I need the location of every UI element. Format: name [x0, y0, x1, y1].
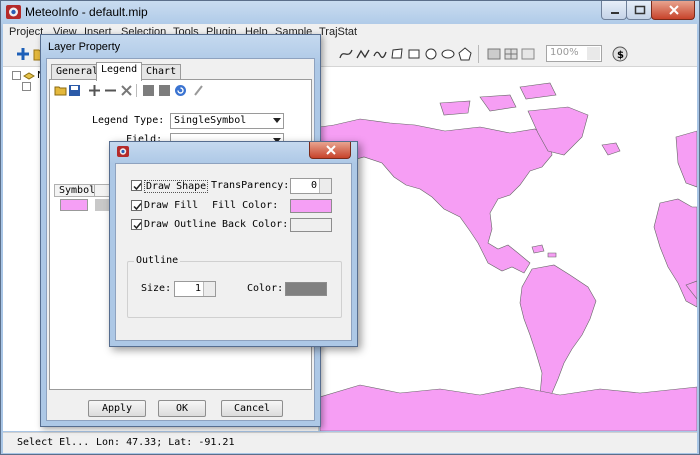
- minimize-icon: [611, 12, 619, 14]
- draw-polyline-icon[interactable]: [355, 46, 371, 62]
- chevron-down-icon: [273, 118, 281, 123]
- tab-legend[interactable]: Legend: [96, 62, 143, 81]
- draw-shape-label: Draw Shape: [144, 180, 209, 193]
- world-map: [320, 82, 697, 431]
- tab-chart[interactable]: Chart: [141, 64, 182, 80]
- open-icon[interactable]: [54, 84, 67, 97]
- outline-color-swatch[interactable]: [285, 282, 327, 296]
- checkmark-icon: [133, 183, 142, 191]
- remove-icon[interactable]: [104, 84, 117, 97]
- menu-project[interactable]: Project: [9, 26, 43, 38]
- move-down-icon[interactable]: [158, 84, 171, 97]
- checkmark-icon: [133, 203, 142, 211]
- save-icon[interactable]: [68, 84, 81, 97]
- draw-shape-checkbox[interactable]: [131, 180, 142, 191]
- legend-symbol-swatch[interactable]: [60, 199, 88, 211]
- draw-freehand-icon[interactable]: [372, 46, 388, 62]
- delete-icon[interactable]: [120, 84, 133, 97]
- outline-color-label: Color:: [247, 283, 284, 294]
- title-bar: MeteoInfo - default.mip: [1, 1, 699, 23]
- toolbar-separator: [136, 84, 137, 97]
- menu-trajstat[interactable]: TrajStat: [319, 26, 357, 38]
- layers-icon: [23, 72, 35, 80]
- chevron-down-icon[interactable]: [587, 47, 600, 60]
- move-up-icon[interactable]: [142, 84, 155, 97]
- maximize-icon: [634, 5, 646, 15]
- size-label: Size:: [141, 283, 172, 294]
- app-logo-icon: [117, 146, 129, 157]
- cancel-button[interactable]: Cancel: [221, 400, 283, 417]
- draw-polygon-icon[interactable]: [389, 46, 405, 62]
- grid-icon[interactable]: [503, 46, 519, 62]
- zoom-value: 100%: [550, 47, 579, 58]
- toolbar-separator: [478, 45, 479, 63]
- map-view[interactable]: [320, 67, 697, 431]
- draw-circle-icon[interactable]: [423, 46, 439, 62]
- polygon-symbol-dialog: Draw Shape TransParency: 0 Draw Fill Fil…: [109, 141, 358, 347]
- dialog-close-button[interactable]: [309, 142, 351, 159]
- layout-icon[interactable]: [486, 46, 502, 62]
- outline-size-spinner[interactable]: 1: [174, 281, 216, 297]
- app-logo-icon: [6, 5, 21, 19]
- legend-type-combo[interactable]: SingleSymbol: [170, 113, 284, 129]
- minimize-button[interactable]: [601, 1, 627, 20]
- legend-type-value: SingleSymbol: [174, 115, 247, 126]
- draw-fill-label: Draw Fill: [144, 200, 199, 211]
- window-title: MeteoInfo - default.mip: [25, 5, 148, 19]
- draw-outline-label: Draw Outline: [144, 219, 217, 230]
- column-divider: [94, 185, 95, 196]
- add-layer-icon[interactable]: [15, 46, 31, 62]
- close-icon: [669, 5, 679, 15]
- spin-arrows-icon[interactable]: [203, 282, 215, 296]
- dollar-script-icon[interactable]: $: [612, 46, 628, 62]
- apply-button[interactable]: Apply: [88, 400, 146, 417]
- transparency-spinner[interactable]: 0: [290, 178, 332, 194]
- checkmark-icon: [133, 222, 142, 230]
- legend-type-label: Legend Type:: [92, 115, 165, 126]
- status-bar: Select El... Lon: 47.33; Lat: -91.21: [3, 432, 697, 453]
- fill-color-swatch[interactable]: [290, 199, 332, 213]
- add-icon[interactable]: [88, 84, 101, 97]
- edit-icon[interactable]: [192, 84, 205, 97]
- layer-dialog-title: Layer Property: [48, 41, 121, 53]
- symbol-column-header: Symbol: [59, 185, 96, 196]
- refresh-icon[interactable]: [174, 84, 187, 97]
- transparency-label: TransParency:: [211, 180, 290, 191]
- maximize-button[interactable]: [626, 1, 652, 20]
- back-color-label: Back Color:: [222, 219, 289, 230]
- tree-expand-toggle[interactable]: [22, 82, 31, 91]
- draw-ellipse-icon[interactable]: [440, 46, 456, 62]
- back-color-swatch[interactable]: [290, 218, 332, 232]
- draw-outline-checkbox[interactable]: [131, 219, 142, 230]
- tree-expand-toggle[interactable]: [12, 71, 21, 80]
- status-left: Select El...: [17, 437, 90, 448]
- close-icon: [326, 145, 336, 155]
- select-tool-icon[interactable]: [520, 46, 536, 62]
- spin-arrows-icon[interactable]: [319, 179, 331, 193]
- draw-fill-checkbox[interactable]: [131, 200, 142, 211]
- draw-curve-icon[interactable]: [338, 46, 354, 62]
- zoom-combo[interactable]: 100%: [546, 45, 602, 62]
- draw-pentagon-icon[interactable]: [457, 46, 473, 62]
- ok-button[interactable]: OK: [158, 400, 206, 417]
- svg-text:$: $: [617, 50, 624, 61]
- status-coords: Lon: 47.33; Lat: -91.21: [96, 437, 235, 448]
- outline-group-title: Outline: [134, 255, 181, 266]
- transparency-value: 0: [310, 180, 317, 191]
- symbol-dialog-client: Draw Shape TransParency: 0 Draw Fill Fil…: [115, 163, 352, 341]
- fill-color-label: Fill Color:: [212, 200, 279, 211]
- close-button[interactable]: [651, 1, 695, 20]
- outline-size-value: 1: [194, 283, 201, 294]
- draw-rectangle-icon[interactable]: [406, 46, 422, 62]
- outline-group: Outline Size: 1 Color:: [127, 255, 342, 318]
